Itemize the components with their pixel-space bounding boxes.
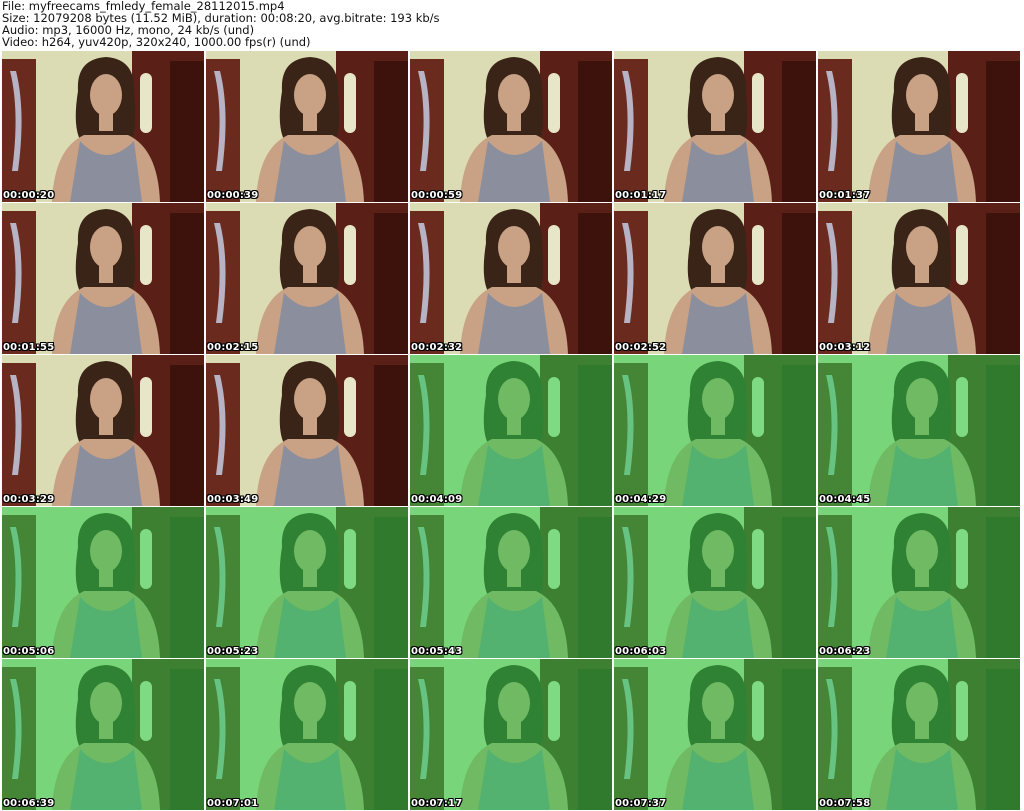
- thumbnail-frame: [206, 203, 408, 354]
- thumbnail-frame: [818, 51, 1020, 202]
- video-thumbnail: 00:07:37: [614, 659, 816, 810]
- thumbnail-timestamp: 00:02:32: [411, 342, 463, 353]
- video-thumbnail: 00:04:09: [410, 355, 612, 506]
- video-thumbnail: 00:01:37: [818, 51, 1020, 202]
- video-thumbnail: 00:05:06: [2, 507, 204, 658]
- video-thumbnail: 00:01:17: [614, 51, 816, 202]
- thumbnail-frame: [818, 507, 1020, 658]
- video-thumbnail: 00:00:59: [410, 51, 612, 202]
- thumbnail-frame: [614, 51, 816, 202]
- thumbnail-frame: [614, 203, 816, 354]
- thumbnail-frame: [2, 51, 204, 202]
- thumbnail-timestamp: 00:04:45: [819, 494, 871, 505]
- video-thumbnail: 00:02:52: [614, 203, 816, 354]
- video-thumbnail: 00:04:45: [818, 355, 1020, 506]
- video-info-text: Video: h264, yuv420p, 320x240, 1000.00 f…: [2, 35, 311, 49]
- thumbnail-frame: [818, 659, 1020, 810]
- video-thumbnail: 00:02:15: [206, 203, 408, 354]
- thumbnail-timestamp: 00:06:39: [3, 798, 55, 809]
- video-thumbnail: 00:02:32: [410, 203, 612, 354]
- thumbnail-grid: 00:00:20 00:00:39 00:00:59 00:01:17 00:01:37…: [2, 51, 1022, 811]
- thumbnail-frame: [410, 507, 612, 658]
- video-thumbnail: 00:01:55: [2, 203, 204, 354]
- thumbnail-frame: [614, 659, 816, 810]
- thumbnail-timestamp: 00:02:52: [615, 342, 667, 353]
- thumbnail-frame: [410, 659, 612, 810]
- video-thumbnail: 00:06:03: [614, 507, 816, 658]
- video-thumbnail: 00:07:58: [818, 659, 1020, 810]
- thumbnail-timestamp: 00:05:43: [411, 646, 463, 657]
- thumbnail-frame: [206, 507, 408, 658]
- video-thumbnail: 00:00:20: [2, 51, 204, 202]
- thumbnail-frame: [410, 51, 612, 202]
- thumbnail-timestamp: 00:00:39: [207, 190, 259, 201]
- video-thumbnail: 00:05:23: [206, 507, 408, 658]
- thumbnail-timestamp: 00:03:12: [819, 342, 871, 353]
- thumbnail-frame: [206, 355, 408, 506]
- thumbnail-frame: [2, 507, 204, 658]
- video-thumbnail: 00:03:49: [206, 355, 408, 506]
- video-thumbnail: 00:04:29: [614, 355, 816, 506]
- thumbnail-timestamp: 00:00:59: [411, 190, 463, 201]
- thumbnail-timestamp: 00:05:06: [3, 646, 55, 657]
- thumbnail-frame: [2, 355, 204, 506]
- thumbnail-timestamp: 00:06:03: [615, 646, 667, 657]
- thumbnail-frame: [818, 203, 1020, 354]
- video-thumbnail: 00:03:29: [2, 355, 204, 506]
- thumbnail-frame: [410, 203, 612, 354]
- thumbnail-frame: [410, 355, 612, 506]
- video-thumbnail: 00:07:01: [206, 659, 408, 810]
- thumbnail-frame: [614, 507, 816, 658]
- thumbnail-frame: [818, 355, 1020, 506]
- thumbnail-timestamp: 00:00:20: [3, 190, 55, 201]
- thumbnail-timestamp: 00:04:09: [411, 494, 463, 505]
- video-thumbnail: 00:06:23: [818, 507, 1020, 658]
- thumbnail-frame: [2, 203, 204, 354]
- thumbnail-timestamp: 00:03:29: [3, 494, 55, 505]
- thumbnail-timestamp: 00:07:37: [615, 798, 667, 809]
- video-thumbnail: 00:03:12: [818, 203, 1020, 354]
- thumbnail-timestamp: 00:01:17: [615, 190, 667, 201]
- thumbnail-timestamp: 00:03:49: [207, 494, 259, 505]
- thumbnail-timestamp: 00:07:01: [207, 798, 259, 809]
- video-thumbnail: 00:00:39: [206, 51, 408, 202]
- thumbnail-frame: [614, 355, 816, 506]
- thumbnail-timestamp: 00:05:23: [207, 646, 259, 657]
- video-thumbnail: 00:06:39: [2, 659, 204, 810]
- video-thumbnail: 00:05:43: [410, 507, 612, 658]
- thumbnail-frame: [2, 659, 204, 810]
- thumbnail-timestamp: 00:02:15: [207, 342, 259, 353]
- thumbnail-frame: [206, 659, 408, 810]
- video-thumbnail: 00:07:17: [410, 659, 612, 810]
- thumbnail-timestamp: 00:01:37: [819, 190, 871, 201]
- thumbnail-timestamp: 00:07:17: [411, 798, 463, 809]
- thumbnail-timestamp: 00:07:58: [819, 798, 871, 809]
- thumbnail-timestamp: 00:06:23: [819, 646, 871, 657]
- file-info-header: File: myfreecams_fmledy_female_28112015.…: [2, 0, 1020, 50]
- thumbnail-timestamp: 00:04:29: [615, 494, 667, 505]
- thumbnail-frame: [206, 51, 408, 202]
- thumbnail-timestamp: 00:01:55: [3, 342, 55, 353]
